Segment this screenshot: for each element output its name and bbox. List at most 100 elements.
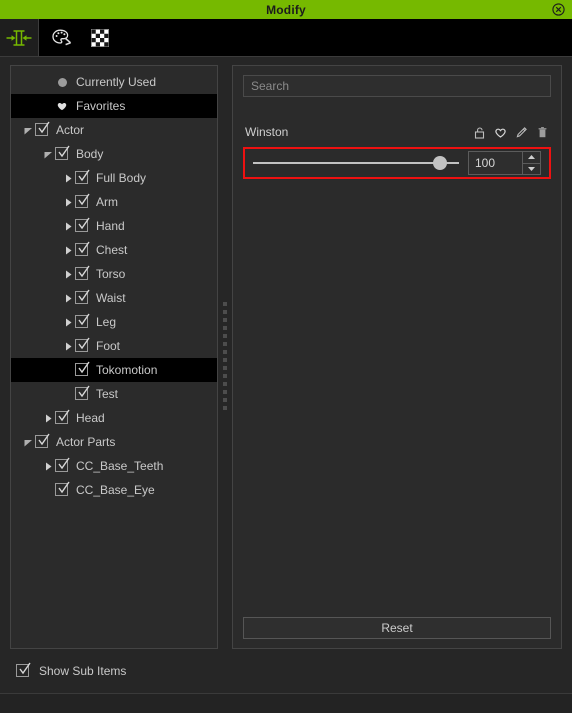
tree-list: Currently Used Favorites Actor Body Full Bod… <box>11 66 217 502</box>
tree-item-label: Actor <box>56 123 85 137</box>
checkmark-icon <box>19 662 31 675</box>
tree-item-cc-base-teeth[interactable]: CC_Base_Teeth <box>11 454 217 478</box>
trash-icon[interactable] <box>536 126 549 139</box>
value-spinner[interactable]: 100 <box>468 151 541 175</box>
tree-item-label: Foot <box>96 339 121 353</box>
checkbox-icon[interactable] <box>55 409 70 425</box>
checkerboard-opacity-icon[interactable] <box>81 19 119 56</box>
tree-panel: Currently Used Favorites Actor Body Full Bod… <box>10 65 218 649</box>
tree-item-label: Waist <box>96 291 126 305</box>
chevron-down-icon[interactable] <box>21 123 35 137</box>
tree-item-label: Full Body <box>96 171 147 185</box>
slider-handle[interactable] <box>433 156 448 170</box>
checkbox-icon[interactable] <box>75 217 90 233</box>
triangle-down-icon[interactable] <box>523 162 540 175</box>
tree-item-tokomotion[interactable]: Tokomotion <box>11 358 217 382</box>
spinner-buttons <box>522 152 540 174</box>
pencil-icon[interactable] <box>515 126 528 139</box>
search-input[interactable] <box>251 79 543 93</box>
parameter-actions <box>473 126 549 139</box>
checkbox-icon[interactable] <box>75 241 90 257</box>
tree-item-label: Hand <box>96 219 125 233</box>
heart-icon <box>55 99 69 113</box>
checkbox-icon[interactable] <box>55 457 70 473</box>
tree-item-actor[interactable]: Actor <box>11 118 217 142</box>
tree-arrow-placeholder <box>41 75 55 89</box>
tree-arrow-placeholder <box>61 363 75 377</box>
chevron-right-icon[interactable] <box>61 291 75 305</box>
tree-item-label: Currently Used <box>76 75 157 89</box>
value-slider[interactable] <box>253 152 459 174</box>
unlock-icon[interactable] <box>473 126 486 139</box>
parameter-label: Winston <box>245 125 289 139</box>
checkbox-icon[interactable] <box>75 169 90 185</box>
tree-item-head[interactable]: Head <box>11 406 217 430</box>
tree-item-label: Arm <box>96 195 118 209</box>
chevron-right-icon[interactable] <box>61 339 75 353</box>
checkbox-icon[interactable] <box>35 433 50 449</box>
tree-item-cc-base-eye[interactable]: CC_Base_Eye <box>11 478 217 502</box>
chevron-right-icon[interactable] <box>61 171 75 185</box>
splitter-grip[interactable] <box>223 302 227 412</box>
tree-item-favorites[interactable]: Favorites <box>11 94 217 118</box>
tree-item-hand[interactable]: Hand <box>11 214 217 238</box>
modify-scale-icon[interactable] <box>0 19 39 56</box>
checkbox-icon[interactable] <box>35 121 50 137</box>
checkbox-icon[interactable] <box>75 265 90 281</box>
properties-panel: Winston <box>232 65 562 649</box>
tree-item-body[interactable]: Body <box>11 142 217 166</box>
slider-track <box>253 162 459 164</box>
tree-item-label: Leg <box>96 315 117 329</box>
tree-item-leg[interactable]: Leg <box>11 310 217 334</box>
window-titlebar: Modify <box>0 0 572 19</box>
panel-splitter[interactable] <box>218 65 232 649</box>
checkbox-icon[interactable] <box>75 289 90 305</box>
tree-item-label: Torso <box>96 267 126 281</box>
tree-item-chest[interactable]: Chest <box>11 238 217 262</box>
search-box[interactable] <box>243 75 551 97</box>
palette-brush-icon[interactable] <box>43 19 81 56</box>
tree-item-arm[interactable]: Arm <box>11 190 217 214</box>
tree-item-currently-used[interactable]: Currently Used <box>11 70 217 94</box>
tree-item-foot[interactable]: Foot <box>11 334 217 358</box>
checkbox-icon[interactable] <box>75 337 90 353</box>
chevron-right-icon[interactable] <box>61 267 75 281</box>
tree-item-label: Head <box>76 411 105 425</box>
heart-icon[interactable] <box>494 126 507 139</box>
tree-item-label: Favorites <box>76 99 126 113</box>
chevron-right-icon[interactable] <box>61 315 75 329</box>
reset-button[interactable]: Reset <box>243 617 551 639</box>
content-area: Currently Used Favorites Actor Body Full Bod… <box>0 57 572 649</box>
close-icon[interactable] <box>551 3 565 17</box>
tree-item-full-body[interactable]: Full Body <box>11 166 217 190</box>
chevron-down-icon[interactable] <box>41 147 55 161</box>
triangle-up-icon[interactable] <box>523 152 540 163</box>
tree-item-label: Chest <box>96 243 128 257</box>
tree-item-label: CC_Base_Eye <box>76 483 155 497</box>
spinner-value[interactable]: 100 <box>469 152 522 174</box>
tree-arrow-placeholder <box>61 387 75 401</box>
checkbox-icon[interactable] <box>75 385 90 401</box>
parameter-block: Winston 100 <box>243 123 551 179</box>
chevron-right-icon[interactable] <box>41 411 55 425</box>
checkbox-icon[interactable] <box>75 313 90 329</box>
tree-item-test[interactable]: Test <box>11 382 217 406</box>
chevron-right-icon[interactable] <box>41 459 55 473</box>
chevron-down-icon[interactable] <box>21 435 35 449</box>
parameter-header: Winston <box>243 123 551 141</box>
checkbox-icon[interactable] <box>75 193 90 209</box>
checkbox-icon[interactable] <box>55 145 70 161</box>
chevron-right-icon[interactable] <box>61 195 75 209</box>
checkbox-icon[interactable] <box>16 662 31 678</box>
tree-item-torso[interactable]: Torso <box>11 262 217 286</box>
tree-arrow-placeholder <box>41 483 55 497</box>
checkbox-icon[interactable] <box>75 361 90 377</box>
tree-item-actor-parts[interactable]: Actor Parts <box>11 430 217 454</box>
chevron-right-icon[interactable] <box>61 219 75 233</box>
tree-item-label: Body <box>76 147 104 161</box>
show-sub-items-checkbox[interactable]: Show Sub Items <box>16 662 126 678</box>
chevron-right-icon[interactable] <box>61 243 75 257</box>
toolbar <box>0 19 572 57</box>
checkbox-icon[interactable] <box>55 481 70 497</box>
tree-item-waist[interactable]: Waist <box>11 286 217 310</box>
